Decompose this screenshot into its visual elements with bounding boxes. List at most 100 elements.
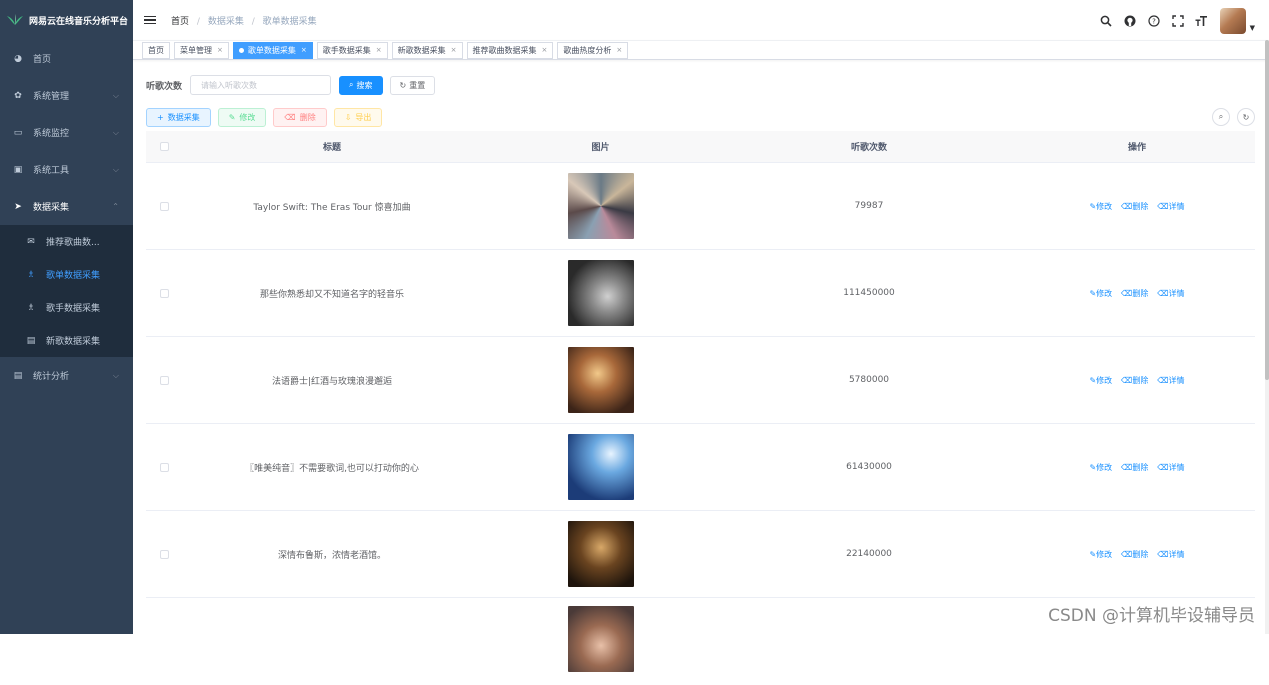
breadcrumb-home[interactable]: 首页: [171, 17, 189, 27]
tag-new-song-collection[interactable]: 新歌数据采集 ×: [391, 41, 463, 59]
github-icon[interactable]: [1123, 14, 1137, 28]
avatar[interactable]: [1219, 8, 1246, 34]
row-checkbox[interactable]: [159, 549, 169, 559]
fullscreen-icon[interactable]: [1171, 14, 1185, 28]
menu-label: 系统工具: [33, 166, 70, 176]
row-delete-link[interactable]: ⌫删除: [1121, 376, 1148, 385]
close-icon[interactable]: ×: [376, 46, 382, 54]
submenu-label: 歌手数据采集: [46, 304, 101, 314]
trash-icon: ⌫: [284, 113, 296, 122]
sidebar-item-singer-collection[interactable]: ♗ 歌手数据采集: [0, 291, 133, 324]
gear-icon: ✿: [14, 90, 22, 101]
row-edit-link[interactable]: ✎修改: [1089, 550, 1112, 559]
row-detail-link[interactable]: ⌫详情: [1157, 550, 1184, 559]
menu-item-statistics[interactable]: ▤ 统计分析 ⌵: [0, 357, 133, 394]
op-label: 删除: [1132, 375, 1149, 385]
table-row: 深情布鲁斯，浓情老酒馆。 22140000 ✎修改 ⌫删除 ⌫详情: [146, 511, 1255, 598]
search-button[interactable]: ⌕ 搜索: [339, 75, 383, 95]
row-delete-link[interactable]: ⌫删除: [1121, 289, 1148, 298]
tag-home[interactable]: 首页: [142, 41, 170, 59]
menu-label: 系统监控: [33, 129, 70, 139]
search-icon[interactable]: [1099, 14, 1113, 28]
submenu-label: 歌单数据采集: [46, 271, 101, 281]
collect-data-button[interactable]: + 数据采集: [146, 108, 211, 127]
menu-item-data-collection[interactable]: ➤ 数据采集 ⌃: [0, 188, 133, 225]
row-checkbox[interactable]: [159, 375, 169, 385]
close-icon[interactable]: ×: [301, 46, 307, 54]
menu-item-system-tools[interactable]: ▣ 系统工具 ⌵: [0, 151, 133, 188]
row-count: 5780000: [848, 375, 890, 385]
svg-text:?: ?: [1152, 18, 1156, 26]
menu-item-system-monitor[interactable]: ▭ 系统监控 ⌵: [0, 114, 133, 151]
row-count: 111450000: [843, 288, 895, 298]
row-delete-link[interactable]: ⌫删除: [1121, 463, 1148, 472]
tag-recommend-collection[interactable]: 推荐歌曲数据采集 ×: [466, 41, 554, 59]
menu-item-system-manage[interactable]: ✿ 系统管理 ⌵: [0, 77, 133, 114]
row-detail-link[interactable]: ⌫详情: [1157, 289, 1184, 298]
tag-singer-collection[interactable]: 歌手数据采集 ×: [316, 41, 388, 59]
row-edit-link[interactable]: ✎修改: [1089, 463, 1112, 472]
export-label: 导出: [355, 113, 372, 122]
navbar-right: ? ▼: [1089, 8, 1255, 34]
row-checkbox[interactable]: [159, 201, 169, 211]
submenu-label: 新歌数据采集: [46, 337, 101, 347]
reset-button[interactable]: ↻ 重置: [389, 75, 436, 95]
chevron-down-icon: ⌵: [112, 127, 119, 137]
row-detail-link[interactable]: ⌫详情: [1157, 376, 1184, 385]
plus-icon: +: [157, 113, 164, 122]
delete-button[interactable]: ⌫ 删除: [273, 108, 327, 127]
monitor-icon: ▭: [13, 127, 23, 138]
row-detail-link[interactable]: ⌫详情: [1157, 463, 1184, 472]
row-checkbox[interactable]: [159, 462, 169, 472]
right-toolbar: ⌕ ↻: [1205, 108, 1255, 126]
toggle-search-icon[interactable]: ⌕: [1212, 108, 1230, 126]
chevron-up-icon: ⌃: [112, 202, 119, 211]
row-edit-link[interactable]: ✎修改: [1089, 376, 1112, 385]
tag-playlist-collection[interactable]: 歌单数据采集 ×: [232, 41, 313, 59]
search-button-label: 搜索: [356, 80, 373, 90]
sidebar: 网易云在线音乐分析平台 ◕ 首页 ✿ 系统管理 ⌵ ▭ 系统监控 ⌵ ▣ 系统工…: [0, 0, 133, 634]
app-logo[interactable]: 网易云在线音乐分析平台: [0, 0, 133, 40]
chevron-down-icon: ⌵: [112, 90, 119, 100]
close-icon[interactable]: ×: [616, 46, 622, 54]
row-detail-link[interactable]: ⌫详情: [1157, 202, 1184, 211]
scrollbar[interactable]: [1265, 40, 1269, 634]
sidebar-item-playlist-collection[interactable]: ♗ 歌单数据采集: [0, 258, 133, 291]
row-delete-link[interactable]: ⌫删除: [1121, 202, 1148, 211]
close-icon[interactable]: ×: [451, 46, 457, 54]
play-count-input[interactable]: [190, 75, 332, 95]
hamburger-icon[interactable]: [144, 14, 156, 27]
table-row: 那些你熟悉却又不知道名字的轻音乐 111450000 ✎修改 ⌫删除 ⌫详情: [146, 250, 1255, 337]
row-checkbox[interactable]: [159, 288, 169, 298]
refresh-icon[interactable]: ↻: [1237, 108, 1255, 126]
question-icon[interactable]: ?: [1147, 14, 1161, 28]
sidebar-item-recommend-songs[interactable]: ✉ 推荐歌曲数...: [0, 225, 133, 258]
playlist-cover-image: [567, 434, 634, 500]
tag-song-heat-analysis[interactable]: 歌曲热度分析 ×: [557, 41, 629, 59]
export-button[interactable]: ⇩ 导出: [333, 108, 383, 127]
header-ops: 操作: [1127, 143, 1146, 153]
edit-button[interactable]: ✎ 修改: [217, 108, 267, 127]
row-delete-link[interactable]: ⌫删除: [1121, 550, 1148, 559]
op-label: 删除: [1132, 288, 1149, 298]
row-edit-link[interactable]: ✎修改: [1089, 202, 1112, 211]
delete-label: 删除: [299, 113, 316, 122]
tag-menu-manage[interactable]: 菜单管理 ×: [174, 41, 229, 59]
scrollbar-thumb[interactable]: [1265, 40, 1269, 380]
font-size-icon[interactable]: [1195, 14, 1209, 28]
user-icon: ♗: [26, 269, 36, 280]
row-title: 深情布鲁斯，浓情老酒馆。: [277, 550, 386, 561]
sidebar-item-new-song-collection[interactable]: ▤ 新歌数据采集: [0, 324, 133, 357]
caret-down-icon[interactable]: ▼: [1250, 24, 1255, 32]
header-count: 听歌次数: [850, 143, 887, 153]
select-all-checkbox[interactable]: [159, 142, 169, 151]
tag-label: 歌曲热度分析: [563, 45, 612, 55]
row-edit-link[interactable]: ✎修改: [1089, 289, 1112, 298]
row-ops: ✎修改 ⌫删除 ⌫详情: [1019, 288, 1255, 299]
header-image-label: 图片: [591, 143, 610, 153]
close-icon[interactable]: ×: [542, 46, 548, 54]
send-icon: ➤: [14, 201, 22, 212]
menu-item-home[interactable]: ◕ 首页: [0, 40, 133, 77]
header-image: 图片: [482, 140, 719, 153]
close-icon[interactable]: ×: [217, 46, 223, 54]
